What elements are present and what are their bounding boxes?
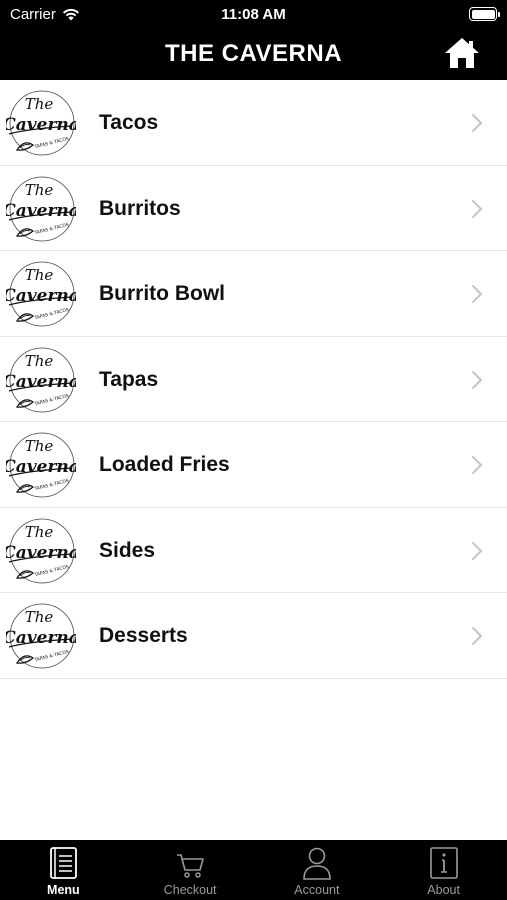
tab-menu-label: Menu [47,883,80,897]
svg-text:The: The [25,523,54,541]
caverna-logo-icon: The Caverna TAPAS & TACOS [6,90,76,156]
tab-about-label: About [427,883,460,897]
battery-icon [469,7,500,21]
menu-category-label: Desserts [99,624,188,647]
page-title: THE CAVERNA [164,40,343,67]
info-icon [429,847,458,879]
svg-text:The: The [25,437,54,455]
svg-text:The: The [25,95,54,113]
caverna-logo-icon: The Caverna TAPAS & TACOS [6,347,76,412]
tab-checkout[interactable]: Checkout [127,840,254,900]
tab-account[interactable]: Account [254,840,381,900]
svg-text:TAPAS & TACOS: TAPAS & TACOS [33,136,70,151]
caverna-logo-icon: The Caverna TAPAS & TACOS [6,603,76,669]
menu-category-row[interactable]: The Caverna TAPAS & TACOS Sides [0,507,507,593]
tab-about[interactable]: About [380,840,507,900]
chevron-right-icon [472,541,482,560]
menu-category-label: Loaded Fries [99,453,230,476]
tab-account-label: Account [294,883,340,897]
tab-bar: Menu Checkout Account About [0,840,507,900]
tab-menu[interactable]: Menu [0,840,127,900]
menu-category-label: Tapas [99,367,159,391]
caverna-logo-icon: The Caverna TAPAS & TACOS [6,432,76,498]
caverna-logo-icon: The Caverna TAPAS & TACOS [6,261,76,327]
svg-text:The: The [25,352,54,370]
caverna-logo-icon: The Caverna TAPAS & TACOS [6,176,76,241]
cart-icon [177,854,204,878]
menu-category-row[interactable]: The Caverna TAPAS & TACOS Burritos [0,165,507,251]
chevron-right-icon [472,627,482,645]
chevron-right-icon [472,285,482,303]
menu-category-row[interactable]: The Caverna TAPAS & TACOS Burrito Bowl [0,251,507,337]
book-icon [50,847,78,879]
menu-category-row[interactable]: The Caverna TAPAS & TACOS Tapas [0,336,507,422]
svg-text:TAPAS & TACOS: TAPAS & TACOS [33,221,70,236]
home-icon[interactable] [443,36,481,70]
status-bar: Carrier 11:08 AM [0,0,507,30]
menu-category-row[interactable]: The Caverna TAPAS & TACOS Tacos [0,80,507,166]
menu-category-label: Burrito Bowl [99,282,225,305]
svg-text:TAPAS & TACOS: TAPAS & TACOS [33,478,70,493]
menu-category-row[interactable]: The Caverna TAPAS & TACOS Desserts [0,593,507,679]
menu-category-label: Burritos [99,196,181,220]
svg-text:TAPAS & TACOS: TAPAS & TACOS [33,307,70,322]
svg-text:The: The [25,608,54,626]
status-time: 11:08 AM [221,6,286,23]
svg-text:TAPAS & TACOS: TAPAS & TACOS [33,563,70,578]
caverna-logo-icon: The Caverna TAPAS & TACOS [6,518,76,583]
navigation-bar: THE CAVERNA [0,30,507,80]
svg-text:The: The [25,181,54,199]
menu-category-label: Tacos [99,111,159,134]
menu-category-list: The Caverna TAPAS & TACOS Tacos The Cave… [0,80,507,679]
chevron-right-icon [472,114,482,132]
menu-category-label: Sides [99,538,156,562]
chevron-right-icon [472,370,482,389]
tab-checkout-label: Checkout [163,883,217,897]
svg-text:The: The [25,266,54,284]
chevron-right-icon [472,456,482,474]
chevron-right-icon [472,199,482,218]
svg-text:TAPAS & TACOS: TAPAS & TACOS [33,649,70,664]
person-icon [303,847,331,880]
svg-text:TAPAS & TACOS: TAPAS & TACOS [33,392,70,407]
menu-category-row[interactable]: The Caverna TAPAS & TACOS Loaded Fries [0,422,507,508]
